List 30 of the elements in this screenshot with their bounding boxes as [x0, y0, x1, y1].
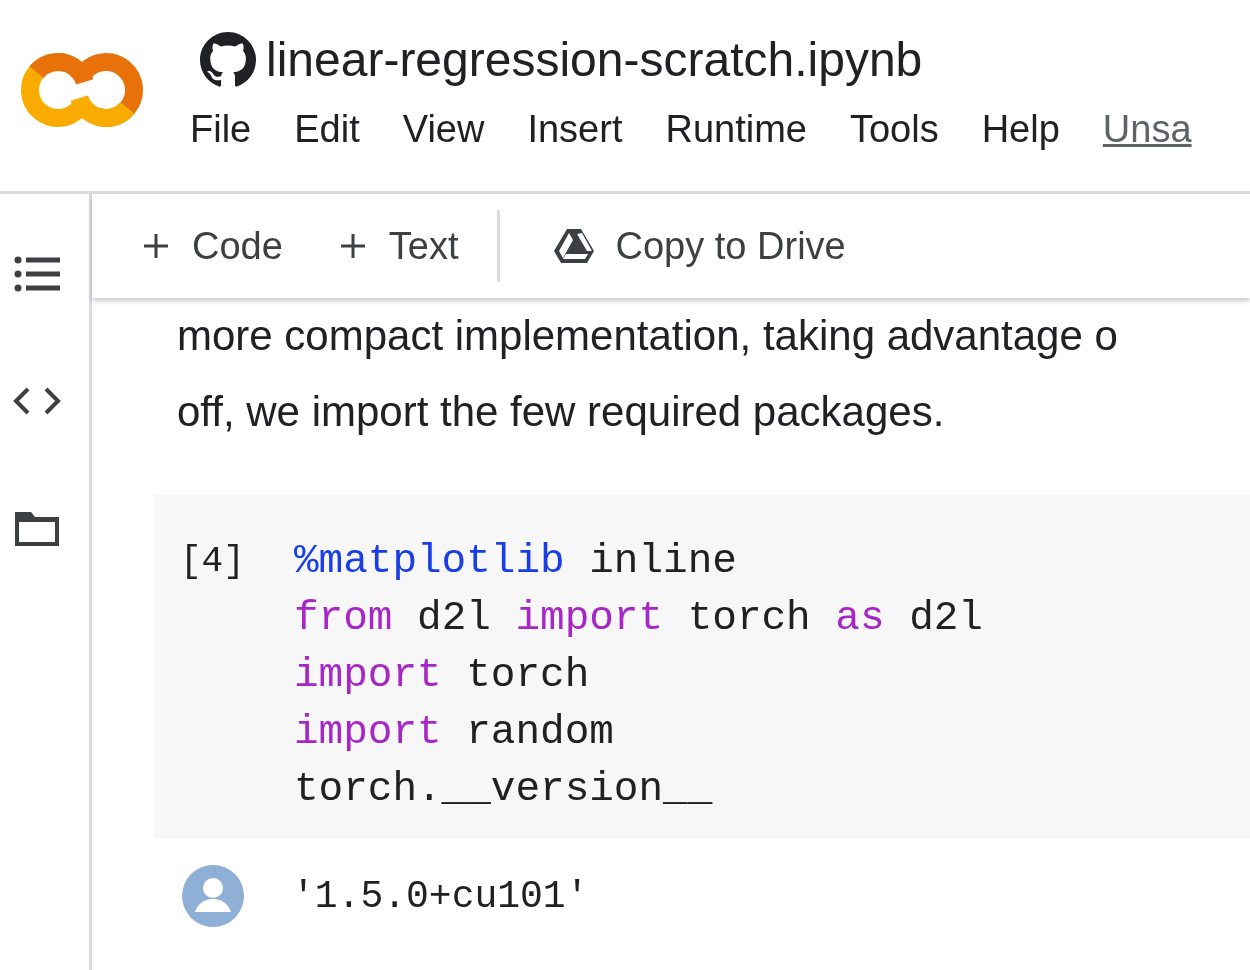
github-icon — [200, 32, 256, 88]
table-of-contents-icon[interactable] — [13, 256, 60, 292]
add-code-button[interactable]: Code — [142, 216, 283, 276]
menu-item[interactable]: View — [402, 110, 485, 148]
text-line: off, we import the few required packages. — [177, 387, 946, 437]
unsaved-link[interactable]: Unsa — [1102, 110, 1192, 148]
plus-icon — [142, 232, 170, 260]
menu-item[interactable]: Insert — [527, 110, 623, 148]
code-line: import torch — [294, 651, 591, 700]
code-line: import random — [294, 708, 615, 757]
cell-output: '1.5.0+cu101' — [292, 873, 589, 920]
avatar-icon — [182, 865, 244, 927]
execution-count: [4] — [180, 540, 246, 584]
code-line: torch.__version__ — [294, 765, 714, 814]
code-line: %matplotlib inline — [294, 537, 738, 586]
folder-icon[interactable] — [12, 510, 61, 548]
drive-icon — [553, 229, 594, 263]
text-line: more compact implementation, taking advantage o — [177, 311, 1119, 361]
logo-icon — [20, 52, 144, 128]
menu-item[interactable]: Runtime — [665, 110, 807, 148]
code-icon[interactable] — [12, 386, 61, 416]
notebook-title[interactable]: linear-regression-scratch.ipynb — [266, 36, 923, 84]
plus-icon — [338, 232, 367, 260]
menu-item[interactable]: Edit — [294, 110, 360, 148]
copy-to-drive-button[interactable]: Copy to Drive — [553, 216, 846, 276]
code-line: from d2l import torch as d2l — [294, 594, 983, 643]
menu-item[interactable]: Tools — [849, 110, 939, 148]
menu-item[interactable]: File — [190, 110, 252, 148]
menu-item[interactable]: Help — [981, 110, 1060, 148]
add-text-button[interactable]: Text — [338, 216, 459, 276]
